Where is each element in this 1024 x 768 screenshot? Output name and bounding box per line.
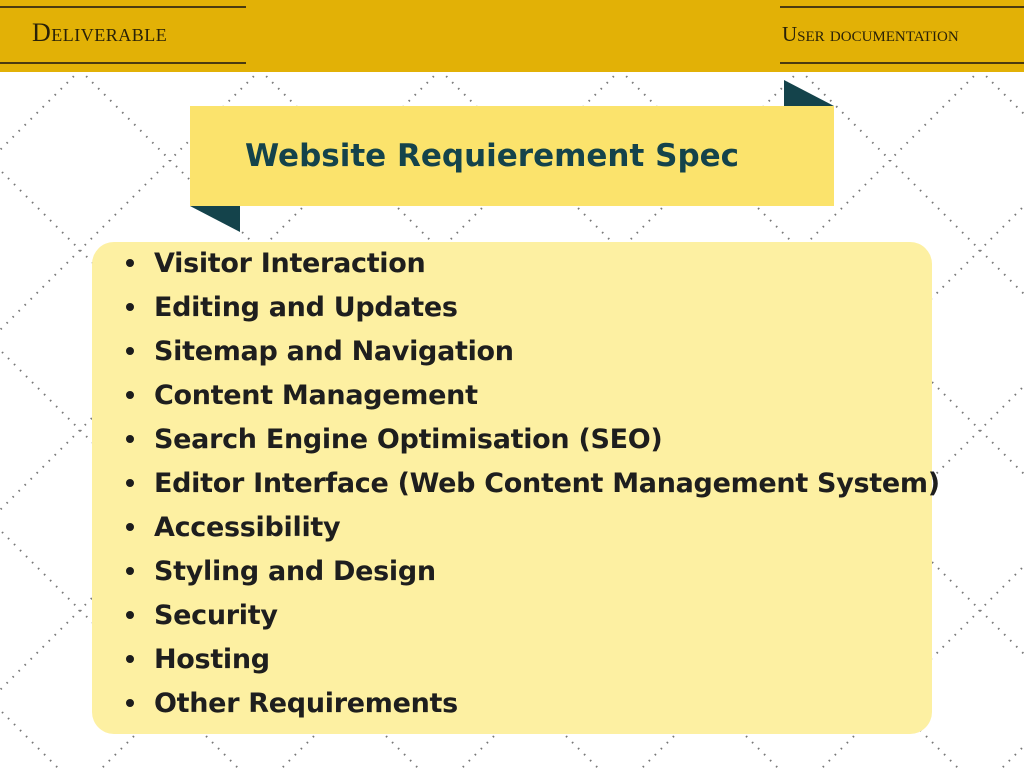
bullet-icon xyxy=(126,303,134,311)
requirement-label: Sitemap and Navigation xyxy=(154,335,514,367)
requirement-label: Accessibility xyxy=(154,511,341,543)
header-right-top-rule xyxy=(780,6,1024,8)
bullet-icon xyxy=(126,699,134,707)
bullet-icon xyxy=(126,523,134,531)
bullet-icon xyxy=(126,391,134,399)
requirement-label: Hosting xyxy=(154,643,270,675)
requirement-label: Visitor Interaction xyxy=(154,247,426,279)
bullet-icon xyxy=(126,259,134,267)
header-left-bottom-rule xyxy=(0,62,246,64)
requirement-label: Search Engine Optimisation (SEO) xyxy=(154,423,663,455)
requirements-box: Visitor Interaction Editing and Updates … xyxy=(92,241,940,734)
header-right-bottom-rule xyxy=(780,62,1024,64)
list-item: Accessibility xyxy=(126,505,341,549)
bullet-icon xyxy=(126,479,134,487)
list-item: Search Engine Optimisation (SEO) xyxy=(126,417,663,461)
list-item: Content Management xyxy=(126,373,478,417)
header-left-top-rule xyxy=(0,6,246,8)
list-item: Hosting xyxy=(126,637,270,681)
bullet-icon xyxy=(126,435,134,443)
deliverable-label: Deliverable xyxy=(32,18,168,47)
bullet-icon xyxy=(126,611,134,619)
requirement-label: Editor Interface (Web Content Management… xyxy=(154,467,940,499)
ribbon-bottom-left-fold xyxy=(190,206,240,232)
requirement-label: Editing and Updates xyxy=(154,291,458,323)
requirement-label: Content Management xyxy=(154,379,478,411)
list-item: Sitemap and Navigation xyxy=(126,329,514,373)
list-item: Editing and Updates xyxy=(126,285,458,329)
requirement-label: Security xyxy=(154,599,278,631)
list-item: Styling and Design xyxy=(126,549,436,593)
requirement-label: Styling and Design xyxy=(154,555,436,587)
list-item: Other Requirements xyxy=(126,681,458,725)
bullet-icon xyxy=(126,567,134,575)
list-item: Visitor Interaction xyxy=(126,241,426,285)
user-documentation-label: User documentation xyxy=(782,22,959,46)
slide: Deliverable User documentation Website R… xyxy=(0,0,1024,768)
bullet-icon xyxy=(126,347,134,355)
list-item: Editor Interface (Web Content Management… xyxy=(126,461,940,505)
ribbon-top-right-fold xyxy=(784,80,834,106)
slide-title: Website Requierement Spec xyxy=(244,138,740,174)
bullet-icon xyxy=(126,655,134,663)
list-item: Security xyxy=(126,593,278,637)
title-ribbon: Website Requierement Spec xyxy=(190,106,834,206)
requirement-label: Other Requirements xyxy=(154,687,458,719)
